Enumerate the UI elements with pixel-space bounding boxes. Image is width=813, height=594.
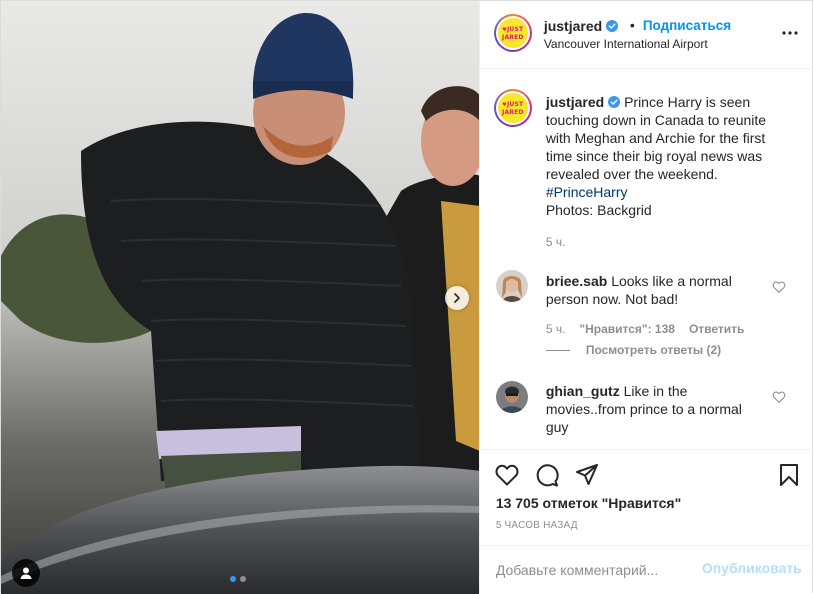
- reply-button[interactable]: Ответить: [689, 322, 744, 336]
- carousel-indicator: [230, 576, 246, 582]
- author-username[interactable]: justjared: [544, 18, 619, 34]
- avatar-photo: [495, 270, 528, 302]
- comment-username[interactable]: ghian_gutz: [546, 383, 620, 399]
- post-header: ♥JUST JARED justjared • Подписаться Vanc…: [479, 1, 813, 69]
- justjared-logo: ♥JUST JARED: [497, 93, 528, 123]
- comment-likes[interactable]: "Нравится": 138: [579, 322, 675, 336]
- heart-icon[interactable]: [494, 462, 520, 488]
- comments-list[interactable]: ♥JUST JARED justjared Prince Harry is se…: [480, 70, 813, 448]
- comment-input[interactable]: [495, 558, 696, 582]
- comment-body: ghian_gutz Like in the movies..from prin…: [546, 382, 746, 436]
- bookmark-icon[interactable]: [776, 462, 802, 488]
- comment-heart-icon[interactable]: [772, 280, 786, 294]
- user-tag-icon: [20, 567, 32, 579]
- caption-credit: Photos: Backgrid: [545, 202, 652, 218]
- follow-button[interactable]: Подписаться: [643, 18, 731, 33]
- verified-badge-icon: [606, 20, 619, 32]
- caption-author-avatar[interactable]: ♥JUST JARED: [493, 89, 532, 127]
- photo-scene: [1, 1, 479, 594]
- caption-username[interactable]: justjared: [546, 94, 604, 110]
- post-side-panel: ♥JUST JARED justjared • Подписаться Vanc…: [478, 1, 813, 594]
- replies-divider: [545, 349, 570, 351]
- post-photo[interactable]: [1, 1, 479, 594]
- post-location[interactable]: Vancouver International Airport: [544, 37, 708, 51]
- comment-body: briee.sab Looks like a normal person now…: [546, 272, 746, 308]
- carousel-dot-active: [230, 576, 236, 582]
- header-separator: •: [629, 17, 635, 33]
- commenter-avatar[interactable]: [495, 270, 528, 302]
- view-replies-button[interactable]: Посмотреть ответы (2): [545, 343, 721, 357]
- comment-time[interactable]: 5 ч.: [546, 322, 566, 336]
- post-actions: 13 705 отметок "Нравится" 5 ЧАСОВ НАЗАД: [479, 449, 813, 545]
- post-caption: justjared Prince Harry is seen touching …: [546, 93, 782, 219]
- tagged-users-button[interactable]: [12, 559, 40, 587]
- publish-button[interactable]: Опубликовать: [702, 560, 802, 576]
- chevron-right-icon: [454, 293, 460, 303]
- comment-icon[interactable]: [534, 462, 560, 488]
- verified-badge-icon: [608, 96, 621, 108]
- comment-username[interactable]: briee.sab: [546, 273, 607, 289]
- caption-time[interactable]: 5 ч.: [546, 235, 566, 249]
- comment-heart-icon[interactable]: [772, 390, 786, 404]
- comment-meta: 5 ч. "Нравится": 138 Ответить: [546, 322, 745, 336]
- commenter-avatar[interactable]: [495, 381, 528, 413]
- carousel-dot: [240, 576, 246, 582]
- post-timestamp[interactable]: 5 ЧАСОВ НАЗАД: [496, 520, 578, 531]
- likes-count[interactable]: 13 705 отметок "Нравится": [496, 495, 681, 511]
- avatar-photo: [495, 381, 528, 413]
- carousel-next-button[interactable]: [445, 286, 469, 310]
- share-icon[interactable]: [574, 462, 600, 488]
- caption-hashtag[interactable]: #PrinceHarry: [546, 184, 628, 200]
- more-horizontal-icon[interactable]: [780, 25, 800, 41]
- instagram-post: ♥JUST JARED justjared • Подписаться Vanc…: [0, 0, 813, 594]
- author-avatar[interactable]: ♥JUST JARED: [493, 14, 532, 52]
- justjared-logo: ♥JUST JARED: [497, 18, 528, 48]
- add-comment-bar: Опубликовать: [479, 545, 813, 594]
